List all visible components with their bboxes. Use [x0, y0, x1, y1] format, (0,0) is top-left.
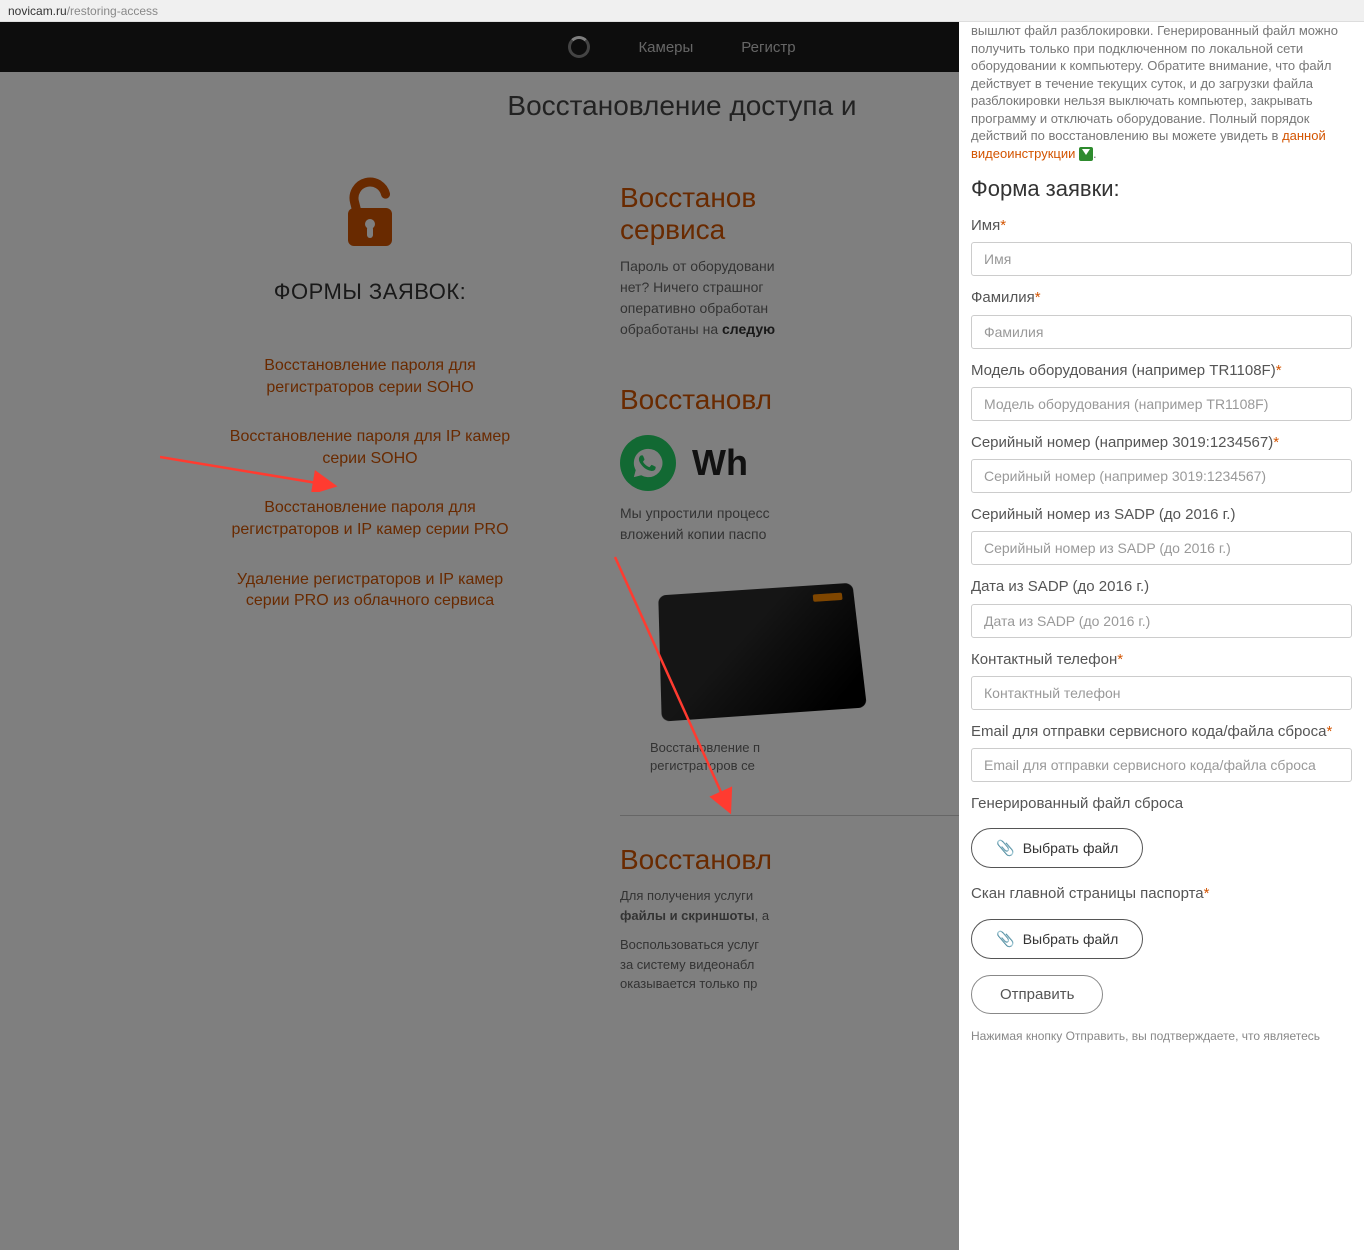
sadp-serial-input[interactable] — [971, 531, 1352, 565]
name-label: Имя* — [971, 216, 1352, 236]
disclaimer-text: Нажимая кнопку Отправить, вы подтверждае… — [971, 1028, 1352, 1044]
model-input[interactable] — [971, 387, 1352, 421]
choose-file-button-2[interactable]: 📎 Выбрать файл — [971, 919, 1143, 959]
email-input[interactable] — [971, 748, 1352, 782]
submit-button[interactable]: Отправить — [971, 975, 1103, 1014]
serial-input[interactable] — [971, 459, 1352, 493]
panel-intro-text: вышлют файл разблокировки. Генерированны… — [971, 22, 1352, 162]
serial-label: Серийный номер (например 3019:1234567)* — [971, 433, 1352, 453]
form-heading: Форма заявки: — [971, 174, 1352, 204]
paperclip-icon: 📎 — [996, 930, 1015, 948]
request-form-panel: вышлют файл разблокировки. Генерированны… — [959, 22, 1364, 1250]
annotation-arrow-1 — [160, 452, 350, 492]
gen-file-label: Генерированный файл сброса — [971, 794, 1352, 814]
url-path: /restoring-access — [67, 4, 158, 18]
passport-label: Скан главной страницы паспорта* — [971, 884, 1352, 904]
sadp-date-label: Дата из SADP (до 2016 г.) — [971, 577, 1352, 597]
phone-label: Контактный телефон* — [971, 650, 1352, 670]
surname-label: Фамилия* — [971, 288, 1352, 308]
paperclip-icon: 📎 — [996, 839, 1015, 857]
url-domain: novicam.ru — [8, 4, 67, 18]
name-input[interactable] — [971, 242, 1352, 276]
sadp-date-input[interactable] — [971, 604, 1352, 638]
surname-input[interactable] — [971, 315, 1352, 349]
url-bar: novicam.ru/restoring-access — [0, 0, 1364, 22]
sadp-serial-label: Серийный номер из SADP (до 2016 г.) — [971, 505, 1352, 525]
phone-input[interactable] — [971, 676, 1352, 710]
download-icon — [1079, 147, 1093, 161]
email-label: Email для отправки сервисного кода/файла… — [971, 722, 1352, 742]
annotation-arrow-2 — [610, 552, 750, 832]
choose-file-button-1[interactable]: 📎 Выбрать файл — [971, 828, 1143, 868]
model-label: Модель оборудования (например TR1108F)* — [971, 361, 1352, 381]
